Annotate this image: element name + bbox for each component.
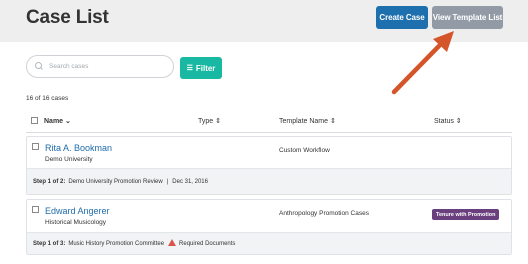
annotation-arrow-icon (391, 31, 454, 95)
